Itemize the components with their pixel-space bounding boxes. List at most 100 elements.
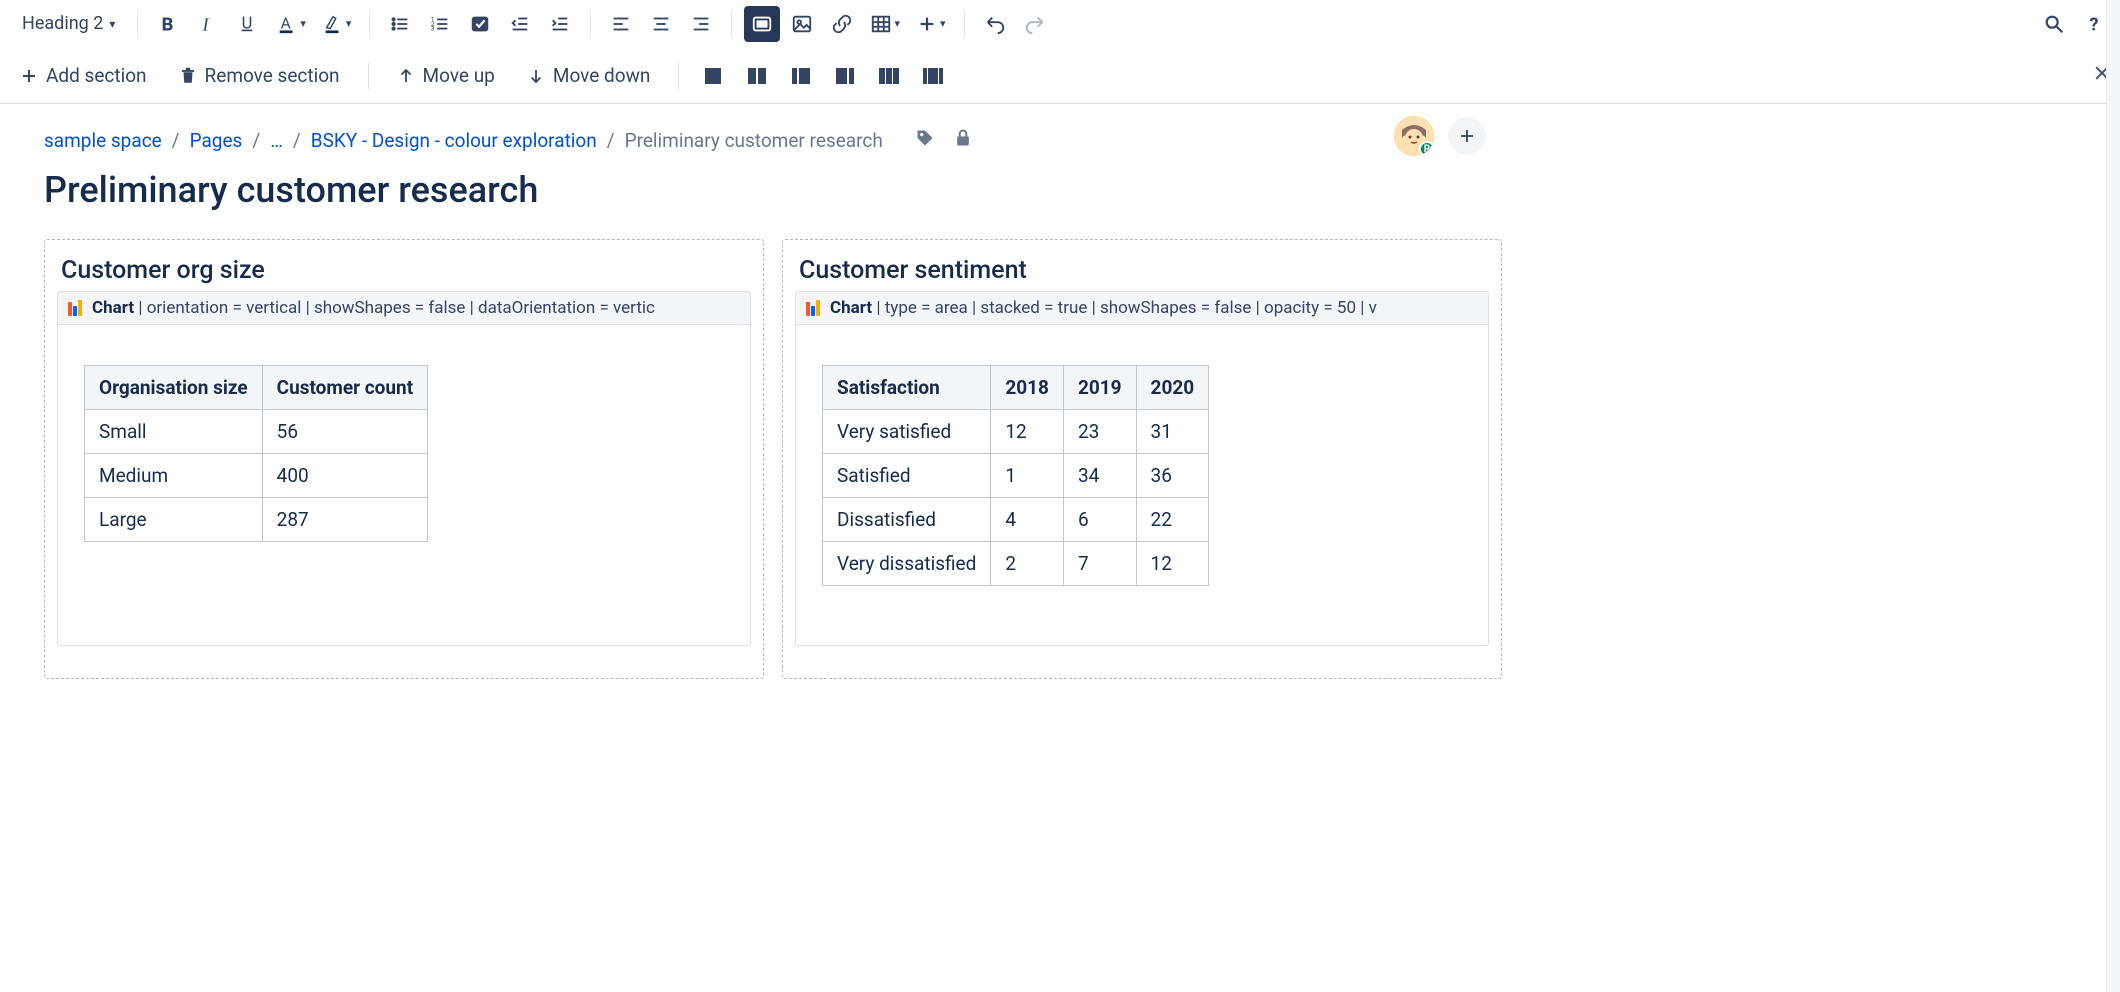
layout-2col-button[interactable] <box>739 58 775 94</box>
table-cell[interactable]: 36 <box>1136 454 1209 498</box>
move-down-button[interactable]: Move down <box>515 56 662 96</box>
page-layout-button[interactable] <box>744 6 780 42</box>
table-cell[interactable]: 4 <box>991 498 1064 542</box>
redo-button[interactable] <box>1017 6 1053 42</box>
restrictions-icon[interactable] <box>953 128 973 153</box>
page-title[interactable]: Preliminary customer research <box>44 169 1502 211</box>
move-up-button[interactable]: Move up <box>385 56 507 96</box>
table-row[interactable]: Small56 <box>85 410 428 454</box>
svg-text:B: B <box>162 14 174 35</box>
highlight-button[interactable]: ▾ <box>316 6 358 42</box>
table-cell[interactable]: 1 <box>991 454 1064 498</box>
text-style-dropdown[interactable]: Heading 2 ▾ <box>8 6 125 42</box>
table-cell[interactable]: 31 <box>1136 410 1209 454</box>
layout-3col-button[interactable] <box>871 58 907 94</box>
table-button[interactable]: ▾ <box>864 6 906 42</box>
breadcrumb-parent[interactable]: BSKY - Design - colour exploration <box>311 129 597 152</box>
table-cell[interactable]: 287 <box>262 498 427 542</box>
table-cell[interactable]: 12 <box>1136 542 1209 586</box>
table-row[interactable]: Medium400 <box>85 454 428 498</box>
remove-section-button[interactable]: Remove section <box>167 56 352 96</box>
layout-3col-side-button[interactable] <box>915 58 951 94</box>
outdent-button[interactable] <box>502 6 538 42</box>
table-row[interactable]: Large287 <box>85 498 428 542</box>
layout-column-1[interactable]: Customer org size Chart | orientation = … <box>44 239 764 679</box>
chart-macro[interactable]: Chart | type = area | stacked = true | s… <box>795 291 1489 646</box>
data-table[interactable]: Satisfaction201820192020 Very satisfied1… <box>822 365 1209 586</box>
breadcrumb-pages[interactable]: Pages <box>190 129 243 152</box>
find-button[interactable] <box>2036 6 2072 42</box>
table-row[interactable]: Very satisfied122331 <box>823 410 1209 454</box>
svg-text:U: U <box>242 14 253 33</box>
macro-params: | type = area | stacked = true | showSha… <box>872 298 1377 318</box>
bullet-list-button[interactable] <box>382 6 418 42</box>
italic-button[interactable]: I <box>190 6 226 42</box>
indent-button[interactable] <box>542 6 578 42</box>
macro-body[interactable]: Organisation sizeCustomer count Small56M… <box>58 325 750 645</box>
task-list-button[interactable] <box>462 6 498 42</box>
table-cell[interactable]: 23 <box>1063 410 1136 454</box>
insert-more-button[interactable]: ▾ <box>910 6 952 42</box>
align-left-button[interactable] <box>603 6 639 42</box>
labels-icon[interactable] <box>915 128 935 153</box>
chevron-down-icon: ▾ <box>940 17 946 30</box>
table-cell[interactable]: Very satisfied <box>823 410 991 454</box>
link-button[interactable] <box>824 6 860 42</box>
move-up-label: Move up <box>423 64 495 87</box>
remove-section-label: Remove section <box>205 64 340 87</box>
table-cell[interactable]: Small <box>85 410 263 454</box>
table-cell[interactable]: Satisfied <box>823 454 991 498</box>
table-cell[interactable]: 22 <box>1136 498 1209 542</box>
align-center-button[interactable] <box>643 6 679 42</box>
table-cell[interactable]: 400 <box>262 454 427 498</box>
table-cell[interactable]: Very dissatisfied <box>823 542 991 586</box>
table-cell[interactable]: Dissatisfied <box>823 498 991 542</box>
table-row[interactable]: Dissatisfied4622 <box>823 498 1209 542</box>
chart-macro[interactable]: Chart | orientation = vertical | showSha… <box>57 291 751 646</box>
table-cell[interactable]: 56 <box>262 410 427 454</box>
table-header[interactable]: Customer count <box>262 366 427 410</box>
table-header[interactable]: Satisfaction <box>823 366 991 410</box>
table-header[interactable]: 2020 <box>1136 366 1209 410</box>
table-cell[interactable]: 2 <box>991 542 1064 586</box>
separator <box>590 11 591 37</box>
table-cell[interactable]: Medium <box>85 454 263 498</box>
table-row[interactable]: Satisfied13436 <box>823 454 1209 498</box>
table-row[interactable]: Very dissatisfied2712 <box>823 542 1209 586</box>
table-header[interactable]: 2018 <box>991 366 1064 410</box>
layout-1col-button[interactable] <box>695 58 731 94</box>
macro-body[interactable]: Satisfaction201820192020 Very satisfied1… <box>796 325 1488 645</box>
table-header[interactable]: 2019 <box>1063 366 1136 410</box>
macro-name: Chart <box>830 298 872 318</box>
section-heading[interactable]: Customer org size <box>61 256 747 285</box>
image-button[interactable] <box>784 6 820 42</box>
table-cell[interactable]: Large <box>85 498 263 542</box>
avatar[interactable]: R <box>1394 116 1434 156</box>
bold-button[interactable]: B <box>150 6 186 42</box>
section-heading[interactable]: Customer sentiment <box>799 256 1485 285</box>
collaborators: R <box>1394 116 1486 156</box>
separator <box>964 11 965 37</box>
table-cell[interactable]: 7 <box>1063 542 1136 586</box>
layout-2col-left-button[interactable] <box>783 58 819 94</box>
table-header[interactable]: Organisation size <box>85 366 263 410</box>
breadcrumb-ellipsis[interactable]: … <box>270 129 283 152</box>
chevron-down-icon: ▾ <box>346 17 352 30</box>
data-table[interactable]: Organisation sizeCustomer count Small56M… <box>84 365 428 542</box>
breadcrumb-space[interactable]: sample space <box>44 129 162 152</box>
layout-2col-right-button[interactable] <box>827 58 863 94</box>
table-cell[interactable]: 34 <box>1063 454 1136 498</box>
table-cell[interactable]: 12 <box>991 410 1064 454</box>
text-color-button[interactable]: A▾ <box>270 6 312 42</box>
chart-icon <box>806 300 820 316</box>
undo-button[interactable] <box>977 6 1013 42</box>
number-list-button[interactable]: 123 <box>422 6 458 42</box>
breadcrumb-sep: / <box>293 129 301 152</box>
align-right-button[interactable] <box>683 6 719 42</box>
table-cell[interactable]: 6 <box>1063 498 1136 542</box>
add-collaborator-button[interactable] <box>1448 117 1486 155</box>
scrollbar-track[interactable] <box>2106 0 2120 992</box>
add-section-button[interactable]: Add section <box>8 56 159 96</box>
underline-button[interactable]: U <box>230 6 266 42</box>
layout-column-2[interactable]: Customer sentiment Chart | type = area |… <box>782 239 1502 679</box>
